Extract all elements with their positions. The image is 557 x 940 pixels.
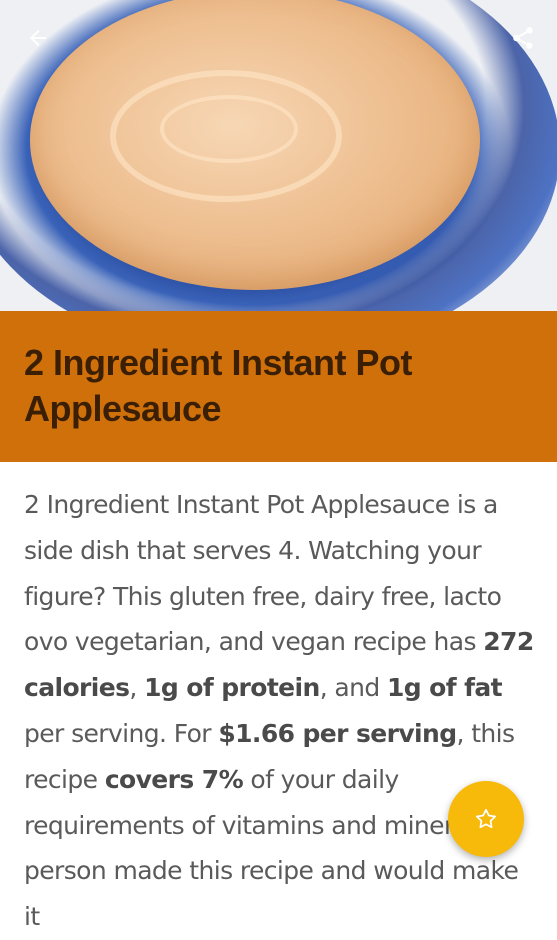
star-outline-icon [475, 808, 497, 829]
fat-value: 1g of fat [386, 673, 503, 703]
protein-value: 1g of protein [144, 673, 320, 703]
favorite-button[interactable] [448, 781, 524, 857]
sauce-swirl-inner [160, 95, 298, 163]
price-value: $1.66 per serving [218, 718, 457, 748]
back-arrow-icon [30, 30, 46, 46]
desc-text: , [129, 673, 145, 703]
recipe-description: 2 Ingredient Instant Pot Applesauce is a… [24, 482, 536, 940]
recipe-title: 2 Ingredient Instant Pot Applesauce [24, 342, 413, 429]
desc-text: , and [319, 673, 387, 703]
back-button[interactable] [20, 20, 56, 56]
recipe-hero-image [0, 0, 557, 311]
coverage-value: covers 7% [104, 764, 244, 794]
desc-text: 2 Ingredient Instant Pot Applesauce is a… [24, 490, 502, 657]
share-icon [513, 27, 533, 49]
share-button[interactable] [505, 20, 541, 56]
desc-text: per serving. For [24, 718, 219, 748]
